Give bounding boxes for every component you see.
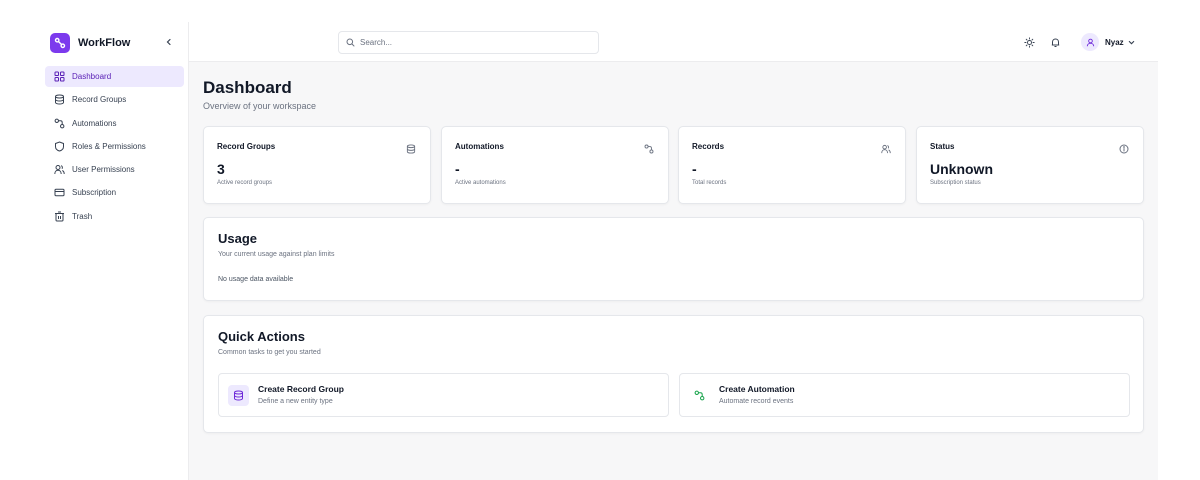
- shield-icon: [53, 140, 65, 152]
- stat-card-records: Records - Total records: [678, 126, 906, 204]
- user-name: Nyaz: [1105, 37, 1124, 47]
- app-window: WorkFlow Dashboard Record Groups Automat…: [40, 22, 1158, 480]
- sidebar-item-trash[interactable]: Trash: [45, 206, 184, 227]
- user-icon: [1081, 33, 1099, 51]
- sidebar-item-automations[interactable]: Automations: [45, 113, 184, 134]
- sidebar-item-label: Automations: [72, 118, 117, 128]
- quick-actions-card: Quick Actions Common tasks to get you st…: [203, 315, 1144, 433]
- stat-card-status: Status Unknown Subscription status: [916, 126, 1144, 204]
- page-title: Dashboard: [203, 78, 292, 97]
- search-icon: [346, 38, 355, 47]
- users-icon: [880, 143, 891, 154]
- stat-card-record-groups: Record Groups 3 Active record groups: [203, 126, 431, 204]
- main-content: Dashboard Overview of your workspace Rec…: [189, 62, 1158, 480]
- sidebar-item-label: Dashboard: [72, 72, 112, 81]
- workflow-icon: [643, 143, 654, 154]
- brand[interactable]: WorkFlow: [50, 32, 130, 54]
- stat-title: Status: [930, 142, 955, 151]
- usage-title: Usage: [218, 231, 258, 246]
- chevron-down-icon: [1128, 39, 1135, 46]
- collapse-sidebar-button[interactable]: [163, 36, 175, 48]
- top-header: Nyaz: [189, 22, 1158, 62]
- stat-caption: Active record groups: [217, 180, 273, 186]
- users-icon: [53, 164, 65, 176]
- database-icon: [228, 385, 249, 406]
- stat-value: Unknown: [930, 161, 993, 177]
- usage-card: Usage Your current usage against plan li…: [203, 217, 1144, 301]
- stat-caption: Active automations: [455, 180, 506, 186]
- page-subtitle: Overview of your workspace: [203, 101, 317, 111]
- sidebar-item-roles-permissions[interactable]: Roles & Permissions: [45, 136, 184, 157]
- workflow-logo-icon: [50, 33, 70, 53]
- usage-empty-message: No usage data available: [218, 276, 294, 283]
- stat-title: Records: [692, 142, 725, 151]
- info-icon: [1118, 143, 1129, 154]
- quick-action-title: Create Record Group: [258, 384, 344, 394]
- stat-caption: Total records: [692, 180, 727, 186]
- quick-action-description: Automate record events: [719, 398, 794, 405]
- quick-action-title: Create Automation: [719, 384, 795, 394]
- stat-caption: Subscription status: [930, 180, 981, 186]
- create-record-group-button[interactable]: Create Record Group Define a new entity …: [218, 373, 669, 417]
- stat-value: -: [455, 161, 460, 177]
- sun-icon[interactable]: [1023, 36, 1035, 48]
- sidebar-item-subscription[interactable]: Subscription: [45, 182, 184, 203]
- sidebar-nav: Dashboard Record Groups Automations Role…: [45, 66, 184, 229]
- sidebar: WorkFlow Dashboard Record Groups Automat…: [40, 22, 189, 480]
- usage-subtitle: Your current usage against plan limits: [218, 251, 335, 258]
- sidebar-item-label: Record Groups: [72, 95, 127, 105]
- grid-icon: [53, 71, 65, 83]
- credit-card-icon: [53, 187, 65, 199]
- user-menu[interactable]: Nyaz: [1081, 32, 1135, 52]
- stat-value: -: [692, 161, 697, 177]
- sidebar-item-user-permissions[interactable]: User Permissions: [45, 159, 184, 180]
- trash-icon: [53, 210, 65, 222]
- quick-action-description: Define a new entity type: [258, 398, 333, 405]
- sidebar-item-record-groups[interactable]: Record Groups: [45, 89, 184, 110]
- search-box[interactable]: [338, 31, 599, 54]
- quick-actions-title: Quick Actions: [218, 329, 305, 344]
- workflow-icon: [689, 385, 710, 406]
- sidebar-item-label: Trash: [72, 211, 93, 221]
- quick-actions-subtitle: Common tasks to get you started: [218, 349, 321, 356]
- brand-name: WorkFlow: [78, 37, 131, 49]
- stat-title: Automations: [455, 142, 504, 151]
- stat-title: Record Groups: [217, 142, 276, 151]
- stat-card-automations: Automations - Active automations: [441, 126, 669, 204]
- sidebar-item-dashboard[interactable]: Dashboard: [45, 66, 184, 87]
- bell-icon[interactable]: [1049, 36, 1061, 48]
- sidebar-item-label: User Permissions: [72, 165, 135, 175]
- create-automation-button[interactable]: Create Automation Automate record events: [679, 373, 1130, 417]
- search-input[interactable]: [360, 38, 580, 47]
- sidebar-item-label: Roles & Permissions: [72, 141, 146, 151]
- database-icon: [405, 143, 416, 154]
- sidebar-item-label: Subscription: [72, 188, 117, 198]
- database-icon: [53, 94, 65, 106]
- workflow-icon: [53, 117, 65, 129]
- stat-value: 3: [217, 161, 225, 177]
